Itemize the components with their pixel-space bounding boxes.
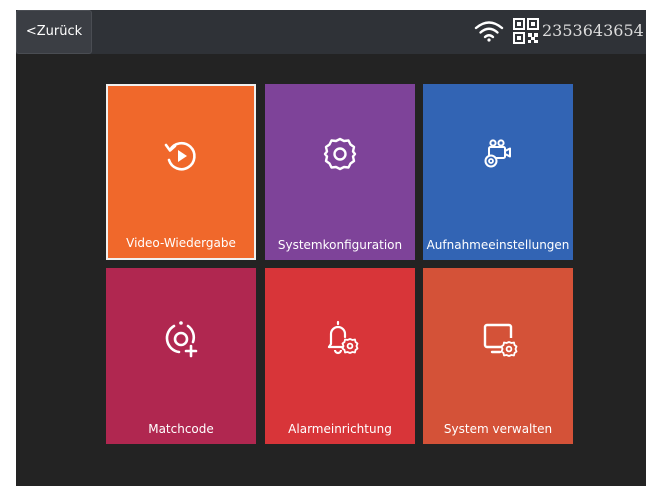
tile-recording-settings[interactable]: Aufnahmeeinstellungen bbox=[423, 84, 573, 260]
gear-icon bbox=[323, 137, 357, 171]
tile-matchcode[interactable]: Matchcode bbox=[106, 268, 256, 444]
tile-label: Video-Wiedergabe bbox=[126, 236, 236, 250]
device-id: 2353643654 bbox=[542, 21, 644, 40]
tile-alarm-setup[interactable]: Alarmeinrichtung bbox=[265, 268, 415, 444]
tile-system-configuration[interactable]: Systemkonfiguration bbox=[265, 84, 415, 260]
tile-label: System verwalten bbox=[443, 422, 553, 436]
alarm-bell-icon bbox=[327, 320, 359, 355]
tile-label: Aufnahmeeinstellungen bbox=[426, 238, 570, 252]
back-button[interactable]: <Zurück bbox=[16, 10, 92, 54]
wifi-icon bbox=[474, 21, 504, 42]
tile-video-playback[interactable]: Video-Wiedergabe bbox=[106, 84, 256, 260]
camera-settings-icon bbox=[484, 139, 511, 168]
top-bar: <Zurück 2353643654 bbox=[16, 10, 646, 54]
tile-label: Matchcode bbox=[148, 422, 214, 436]
tile-label: Alarmeinrichtung bbox=[288, 422, 392, 436]
qr-code-icon[interactable] bbox=[513, 18, 539, 44]
tile-system-manage[interactable]: System verwalten bbox=[423, 268, 573, 444]
system-manage-icon bbox=[483, 323, 518, 357]
app-screen: <Zurück 2353643654 Video-Wiedergabe Syst… bbox=[16, 10, 646, 486]
playback-icon bbox=[164, 141, 196, 171]
add-device-icon bbox=[165, 321, 198, 358]
tile-label: Systemkonfiguration bbox=[277, 238, 403, 252]
